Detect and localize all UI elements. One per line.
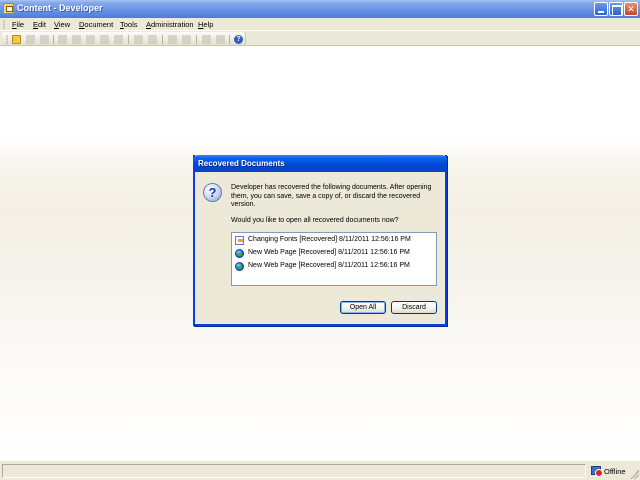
menu-bar: File Edit View Document Tools Administra… xyxy=(0,18,640,31)
app-icon xyxy=(3,3,14,14)
dialog-title-bar[interactable]: Recovered Documents xyxy=(193,155,447,172)
open-icon[interactable] xyxy=(12,35,21,44)
paste-icon[interactable] xyxy=(86,35,95,44)
title-bar: Content - Developer xyxy=(0,0,640,18)
maximize-button[interactable] xyxy=(609,2,623,16)
print-icon[interactable] xyxy=(40,35,49,44)
offline-icon xyxy=(591,466,603,477)
copy-icon[interactable] xyxy=(72,35,81,44)
open-all-button[interactable]: Open All xyxy=(340,301,386,314)
minimize-button[interactable] xyxy=(594,2,608,16)
toolbar-separator xyxy=(128,35,129,44)
toolbar: ? xyxy=(0,31,640,46)
help-icon[interactable]: ? xyxy=(234,35,243,44)
menu-view[interactable]: View xyxy=(54,20,70,29)
recovered-documents-dialog: Recovered Documents ? Developer has reco… xyxy=(193,155,447,326)
discard-button[interactable]: Discard xyxy=(391,301,437,314)
toolbar-strip: ? xyxy=(2,32,246,45)
list-item-label: Changing Fonts [Recovered] 8/11/2011 12:… xyxy=(248,236,411,243)
menu-file[interactable]: File xyxy=(12,20,24,29)
menu-grip-icon[interactable] xyxy=(3,20,5,29)
list-item-label: New Web Page [Recovered] 8/11/2011 12:56… xyxy=(248,249,410,256)
status-panel xyxy=(2,464,586,478)
undo-icon[interactable] xyxy=(134,35,143,44)
delete-icon[interactable] xyxy=(100,35,109,44)
toolbar-separator xyxy=(229,35,230,44)
zoom-out-icon[interactable] xyxy=(182,35,191,44)
menu-edit[interactable]: Edit xyxy=(33,20,46,29)
dialog-question: Would you like to open all recovered doc… xyxy=(231,217,399,224)
properties-icon[interactable] xyxy=(114,35,123,44)
resize-grip-icon[interactable] xyxy=(630,470,639,479)
menu-administration[interactable]: Administration xyxy=(146,20,194,29)
redo-icon[interactable] xyxy=(148,35,157,44)
close-button[interactable] xyxy=(624,2,638,16)
document-icon xyxy=(235,236,244,245)
web-page-icon xyxy=(235,262,244,271)
list-item[interactable]: New Web Page [Recovered] 8/11/2011 12:56… xyxy=(235,260,435,272)
recovered-documents-list[interactable]: Changing Fonts [Recovered] 8/11/2011 12:… xyxy=(231,232,437,286)
cut-icon[interactable] xyxy=(58,35,67,44)
menu-tools[interactable]: Tools xyxy=(120,20,138,29)
web-page-icon xyxy=(235,249,244,258)
question-icon: ? xyxy=(203,183,222,202)
list-item[interactable]: Changing Fonts [Recovered] 8/11/2011 12:… xyxy=(235,234,435,246)
spell-icon[interactable] xyxy=(202,35,211,44)
connection-status: Offline xyxy=(604,467,626,476)
toolbar-separator xyxy=(53,35,54,44)
window-title: Content - Developer xyxy=(17,3,103,13)
zoom-in-icon[interactable] xyxy=(168,35,177,44)
toolbar-grip-icon[interactable] xyxy=(6,35,8,44)
find-icon[interactable] xyxy=(216,35,225,44)
toolbar-separator xyxy=(162,35,163,44)
list-item[interactable]: New Web Page [Recovered] 8/11/2011 12:56… xyxy=(235,247,435,259)
menu-help[interactable]: Help xyxy=(198,20,213,29)
list-item-label: New Web Page [Recovered] 8/11/2011 12:56… xyxy=(248,262,410,269)
save-icon[interactable] xyxy=(26,35,35,44)
menu-document[interactable]: Document xyxy=(79,20,113,29)
toolbar-separator xyxy=(196,35,197,44)
dialog-message: Developer has recovered the following do… xyxy=(231,184,432,208)
status-bar: Offline xyxy=(0,460,640,480)
dialog-title: Recovered Documents xyxy=(198,159,285,168)
